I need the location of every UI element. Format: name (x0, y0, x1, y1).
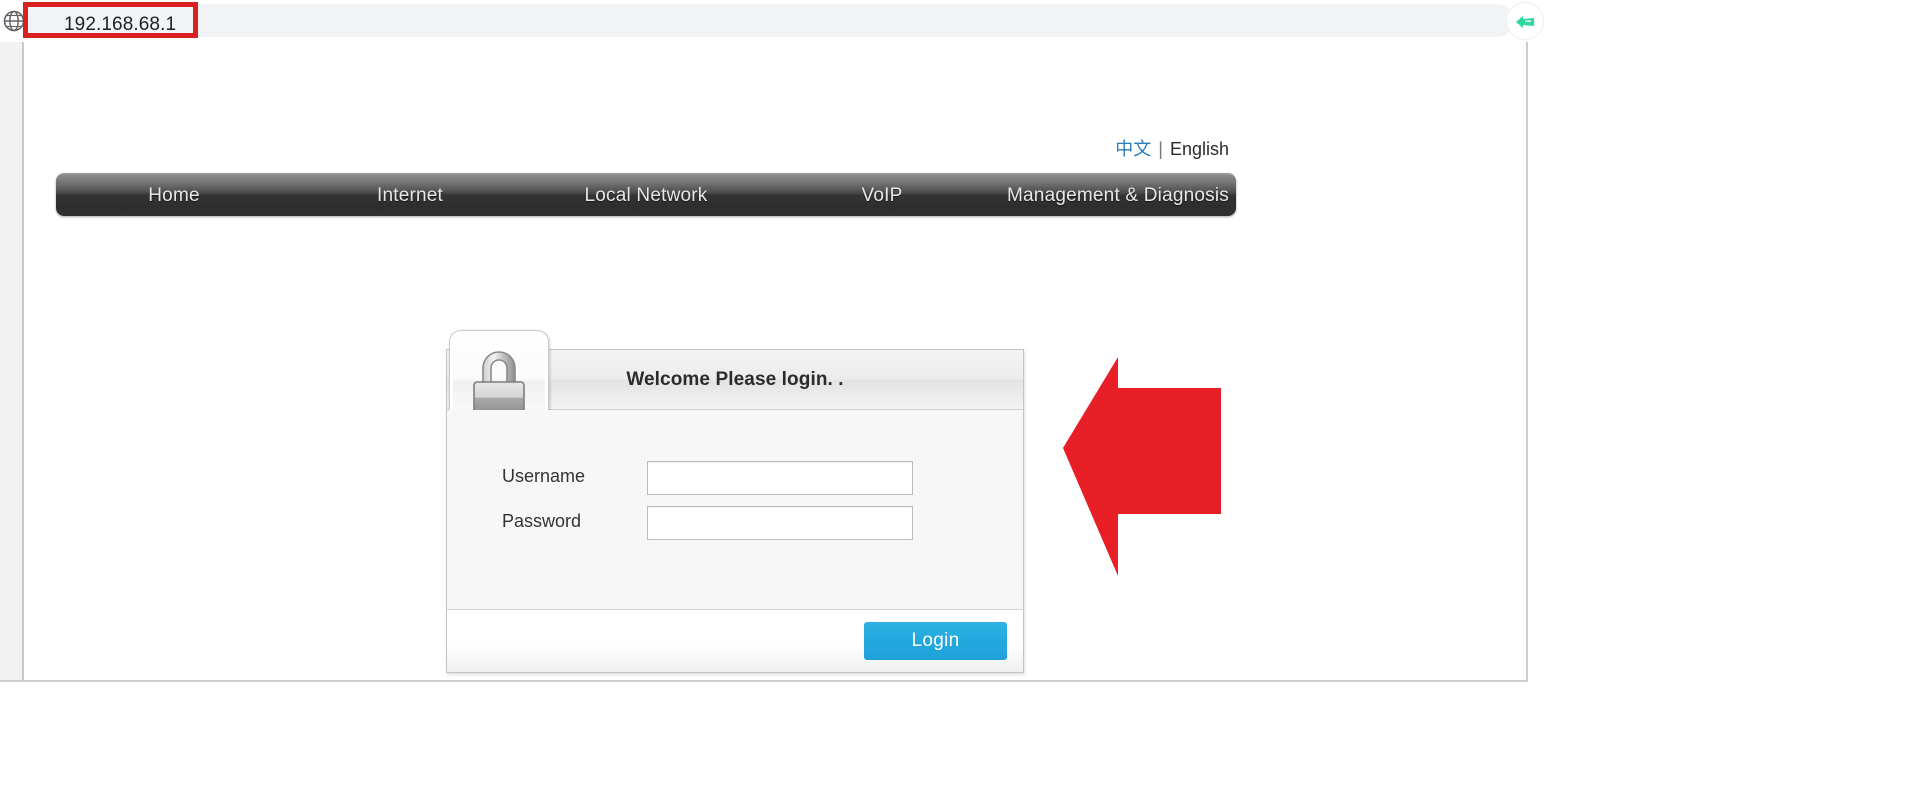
nav-item-home[interactable]: Home (56, 173, 292, 216)
login-panel-footer: Login (447, 610, 1023, 672)
language-separator: | (1158, 139, 1163, 159)
login-panel: Welcome Please login. . Username Passwor… (446, 330, 1024, 673)
password-label: Password (502, 511, 582, 531)
main-navigation: Home Internet Local Network VoIP Managem… (56, 173, 1236, 216)
extension-green-icon (1514, 13, 1538, 36)
language-switcher: 中文 | English (1115, 135, 1229, 161)
language-english-link[interactable]: English (1170, 139, 1229, 159)
username-input[interactable] (647, 461, 913, 495)
browser-viewport: 中文 | English Home Internet Local Network V… (0, 42, 1528, 682)
globe-icon (2, 9, 26, 33)
login-form: Username Password (447, 410, 1023, 610)
nav-item-management-diagnosis[interactable]: Management & Diagnosis (1000, 173, 1236, 216)
extension-button[interactable] (1506, 2, 1544, 40)
username-label: Username (502, 466, 586, 486)
url-text: 192.168.68.1 (64, 14, 177, 35)
password-field-row: Password (447, 506, 1023, 540)
left-arrow-annotation (1061, 355, 1221, 577)
login-button[interactable]: Login (864, 622, 1007, 660)
router-admin-page: 中文 | English Home Internet Local Network V… (26, 42, 1526, 680)
nav-item-voip[interactable]: VoIP (764, 173, 1000, 216)
language-chinese-link[interactable]: 中文 (1115, 139, 1151, 159)
page-left-rail (0, 42, 24, 680)
password-input[interactable] (647, 506, 913, 540)
nav-item-local-network[interactable]: Local Network (528, 173, 764, 216)
username-field-row: Username (447, 461, 1023, 495)
nav-item-internet[interactable]: Internet (292, 173, 528, 216)
browser-toolbar: 192.168.68.1 (0, 0, 1920, 42)
url-bar[interactable]: 192.168.68.1 (24, 4, 1514, 37)
